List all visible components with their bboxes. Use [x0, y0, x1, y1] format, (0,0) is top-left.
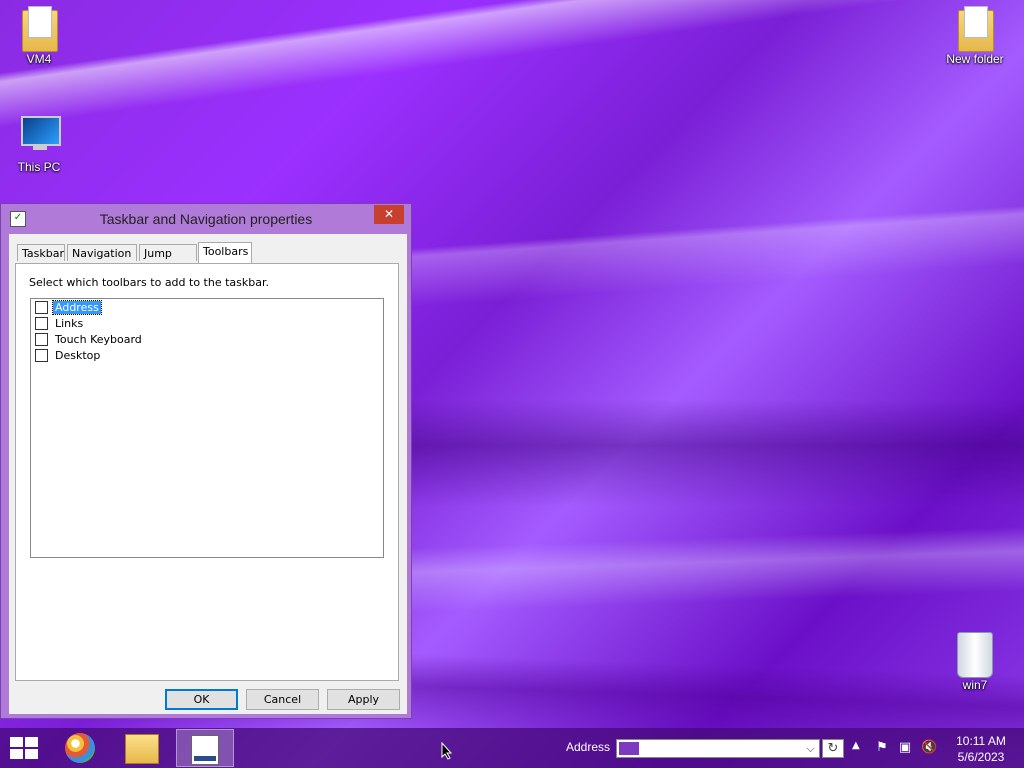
dialog-title: Taskbar and Navigation properties [99, 211, 313, 227]
checkbox[interactable] [35, 300, 48, 314]
computer-icon [15, 114, 63, 158]
windows-logo-icon [10, 737, 23, 747]
desktop-icon-label: This PC [17, 160, 61, 174]
desktop-icon-label: New folder [946, 52, 1004, 66]
desktop-icon-vm4[interactable]: VM4 [2, 6, 76, 66]
taskbar-app-file-explorer[interactable] [113, 729, 171, 767]
paint-palette-icon [65, 733, 95, 763]
user-folder-icon [15, 6, 63, 52]
chevron-down-icon[interactable]: ⌵ [801, 739, 820, 758]
start-button[interactable] [9, 737, 39, 759]
checkbox[interactable] [35, 316, 48, 330]
taskbar-app-paint[interactable] [51, 729, 109, 767]
desktop-icon-this-pc[interactable]: This PC [2, 114, 76, 174]
toolbar-item-desktop[interactable]: Desktop [35, 348, 102, 364]
apply-button[interactable]: Apply [327, 689, 400, 710]
toolbars-tab-panel: Select which toolbars to add to the task… [15, 263, 399, 681]
taskbar-properties-dialog: ✓ Taskbar and Navigation properties ✕ Ta… [0, 203, 412, 719]
address-input[interactable] [616, 739, 820, 758]
toolbar-item-address[interactable]: Address [35, 300, 102, 316]
list-item-label: Desktop [55, 349, 101, 362]
cancel-button[interactable]: Cancel [246, 689, 319, 710]
show-hidden-icons-arrow-icon[interactable]: ▲ [852, 740, 860, 751]
selection-highlight [619, 742, 639, 755]
instructions-text: Select which toolbars to add to the task… [29, 276, 269, 289]
toolbar-item-links[interactable]: Links [35, 316, 85, 332]
list-item-label: Links [55, 317, 84, 330]
list-item-label: Touch Keyboard [55, 333, 142, 346]
clock-time: 10:11 AM [956, 734, 1006, 748]
desktop-icon-new-folder[interactable]: New folder [938, 6, 1012, 66]
speaker-muted-icon[interactable]: 🔇 [921, 740, 937, 756]
toolbar-item-touch-keyboard[interactable]: Touch Keyboard [35, 332, 144, 348]
recycle-bin-icon [951, 632, 999, 678]
desktop-icon-label: win7 [962, 678, 988, 692]
taskbar-properties-icon [191, 735, 219, 765]
taskbar: Address ⌵ ↻ ▲ ⚑ ▣ 🔇 10:11 AM 5/6/2023 [0, 728, 1024, 768]
network-icon[interactable]: ▣ [897, 740, 913, 756]
close-button[interactable]: ✕ [374, 205, 404, 224]
action-center-flag-icon[interactable]: ⚑ [874, 740, 890, 756]
folder-icon [125, 734, 159, 764]
desktop-icon-label: VM4 [26, 52, 52, 66]
checkbox[interactable] [35, 348, 48, 362]
tab-taskbar[interactable]: Taskbar [17, 244, 65, 261]
refresh-icon[interactable]: ↻ [822, 739, 844, 758]
address-toolbar-label: Address [566, 740, 611, 754]
desktop-icon-recycle-bin[interactable]: win7 [938, 632, 1012, 692]
folder-icon [951, 6, 999, 52]
clock-date: 5/6/2023 [957, 750, 1005, 764]
tab-navigation[interactable]: Navigation [67, 244, 137, 261]
tab-toolbars[interactable]: Toolbars [198, 242, 252, 263]
dialog-client-area: Taskbar Navigation Jump Lists Toolbars S… [9, 234, 407, 714]
taskbar-app-properties[interactable] [176, 729, 234, 767]
ok-button[interactable]: OK [165, 689, 238, 710]
checkbox[interactable] [35, 332, 48, 346]
toolbar-list[interactable]: Address Links Touch Keyboard Desktop [30, 298, 384, 558]
tab-jump-lists[interactable]: Jump Lists [139, 244, 197, 277]
dialog-titlebar[interactable]: ✓ Taskbar and Navigation properties ✕ [1, 204, 411, 234]
list-item-label: Address [52, 300, 102, 315]
clock[interactable]: 10:11 AM 5/6/2023 [948, 733, 1014, 765]
